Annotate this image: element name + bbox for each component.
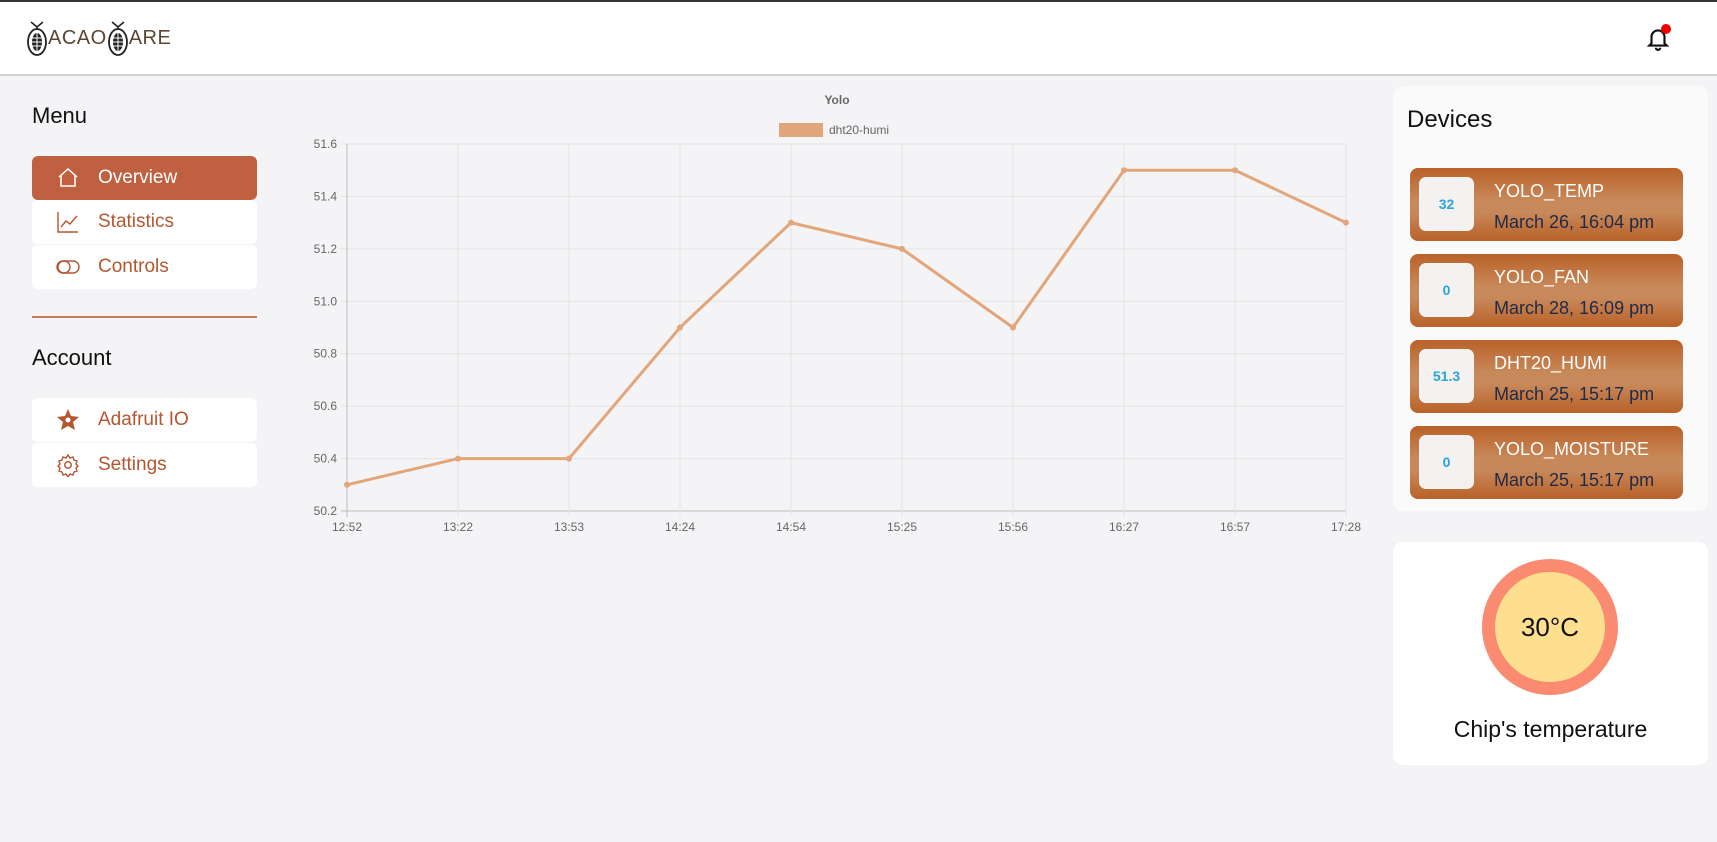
legend-swatch bbox=[779, 123, 823, 137]
sidebar-item-label: Controls bbox=[98, 256, 169, 277]
sidebar-item-label: Statistics bbox=[98, 211, 175, 232]
logo-text-2: ARE bbox=[128, 26, 172, 49]
x-tick-label: 13:22 bbox=[443, 520, 473, 534]
data-point[interactable] bbox=[566, 455, 572, 462]
data-point[interactable] bbox=[1010, 324, 1016, 331]
device-value: 0 bbox=[1419, 263, 1474, 317]
y-tick-label: 51.2 bbox=[314, 242, 338, 256]
logo[interactable]: ACAO ARE bbox=[26, 20, 171, 56]
menu-title: Menu bbox=[32, 103, 88, 128]
device-item[interactable]: 32 YOLO_TEMP March 26, 16:04 pm bbox=[1410, 168, 1683, 241]
temperature-label: Chip's temperature bbox=[1453, 716, 1648, 742]
sidebar-divider bbox=[32, 316, 257, 318]
logo-text-1: ACAO bbox=[48, 26, 107, 49]
sidebar-item-settings[interactable]: Settings bbox=[32, 443, 257, 487]
device-date: March 25, 15:17 pm bbox=[1494, 470, 1655, 490]
x-tick-label: 16:27 bbox=[1109, 520, 1139, 534]
y-tick-label: 51.4 bbox=[314, 189, 338, 203]
device-item[interactable]: 0 YOLO_FAN March 28, 16:09 pm bbox=[1410, 254, 1683, 327]
data-point[interactable] bbox=[455, 455, 461, 462]
legend-label[interactable]: dht20-humi bbox=[829, 123, 889, 137]
y-tick-label: 51.6 bbox=[314, 137, 338, 151]
sidebar-item-label: Settings bbox=[98, 454, 167, 475]
sidebar-item-controls[interactable]: Controls bbox=[32, 245, 257, 289]
device-value: 32 bbox=[1419, 177, 1474, 231]
data-point[interactable] bbox=[1343, 219, 1349, 226]
sidebar-item-overview[interactable]: Overview bbox=[32, 156, 257, 200]
device-value: 51.3 bbox=[1419, 349, 1474, 403]
device-item[interactable]: 0 YOLO_MOISTURE March 25, 15:17 pm bbox=[1410, 426, 1683, 499]
sidebar-item-statistics[interactable]: Statistics bbox=[32, 200, 257, 244]
gear-icon bbox=[57, 453, 79, 477]
notification-dot bbox=[1661, 24, 1671, 34]
line-chart-icon bbox=[57, 212, 78, 233]
y-tick-label: 50.6 bbox=[314, 399, 338, 413]
x-tick-label: 14:54 bbox=[776, 520, 806, 534]
devices-title: Devices bbox=[1407, 106, 1493, 133]
x-tick-label: 13:53 bbox=[554, 520, 584, 534]
y-tick-label: 50.2 bbox=[314, 504, 338, 518]
humidity-chart: Yolo dht20-humi 50.2 50.4 50.6 50.8 51.0 51.2 51… bbox=[314, 93, 1362, 534]
sidebar-item-adafruit-io[interactable]: Adafruit IO bbox=[32, 398, 257, 442]
device-date: March 25, 15:17 pm bbox=[1494, 384, 1655, 404]
device-name: YOLO_FAN bbox=[1494, 267, 1590, 287]
adafruit-flower-icon bbox=[57, 409, 79, 430]
device-name: DHT20_HUMI bbox=[1494, 353, 1608, 373]
y-tick-label: 50.4 bbox=[314, 452, 338, 466]
sidebar-item-label: Adafruit IO bbox=[98, 409, 189, 430]
device-item[interactable]: 51.3 DHT20_HUMI March 25, 15:17 pm bbox=[1410, 340, 1683, 413]
data-point[interactable] bbox=[788, 219, 794, 226]
data-point[interactable] bbox=[677, 324, 683, 331]
x-tick-label: 15:56 bbox=[998, 520, 1028, 534]
devices-card: Devices 32 YOLO_TEMP March 26, 16:04 pm 0 YO… bbox=[1393, 86, 1708, 511]
cacao-pod-icon bbox=[27, 21, 47, 56]
data-point[interactable] bbox=[899, 245, 905, 252]
device-name: YOLO_MOISTURE bbox=[1494, 439, 1650, 459]
chart-title: Yolo bbox=[824, 93, 849, 107]
device-date: March 28, 16:09 pm bbox=[1494, 298, 1655, 318]
x-tick-label: 17:28 bbox=[1331, 520, 1361, 534]
top-header: ACAO ARE bbox=[0, 2, 1717, 76]
x-tick-label: 12:52 bbox=[332, 520, 362, 534]
device-name: YOLO_TEMP bbox=[1494, 181, 1605, 201]
toggle-icon bbox=[56, 260, 80, 274]
y-tick-label: 51.0 bbox=[314, 294, 338, 308]
account-title: Account bbox=[32, 345, 112, 370]
data-point[interactable] bbox=[1232, 167, 1238, 174]
data-point[interactable] bbox=[1121, 167, 1127, 174]
x-tick-label: 16:57 bbox=[1220, 520, 1250, 534]
home-icon bbox=[58, 167, 78, 187]
device-date: March 26, 16:04 pm bbox=[1494, 212, 1655, 232]
x-tick-label: 15:25 bbox=[887, 520, 917, 534]
chip-temperature-card: 30°C Chip's temperature bbox=[1393, 542, 1708, 765]
data-point[interactable] bbox=[344, 481, 350, 488]
cacao-pod-icon bbox=[107, 21, 128, 56]
series-line-dht20-humi bbox=[346, 168, 1347, 487]
device-value: 0 bbox=[1419, 435, 1474, 489]
temperature-value: 30°C bbox=[1495, 572, 1605, 682]
x-tick-label: 14:24 bbox=[665, 520, 695, 534]
y-tick-label: 50.8 bbox=[314, 347, 338, 361]
sidebar-item-label: Overview bbox=[98, 167, 178, 188]
